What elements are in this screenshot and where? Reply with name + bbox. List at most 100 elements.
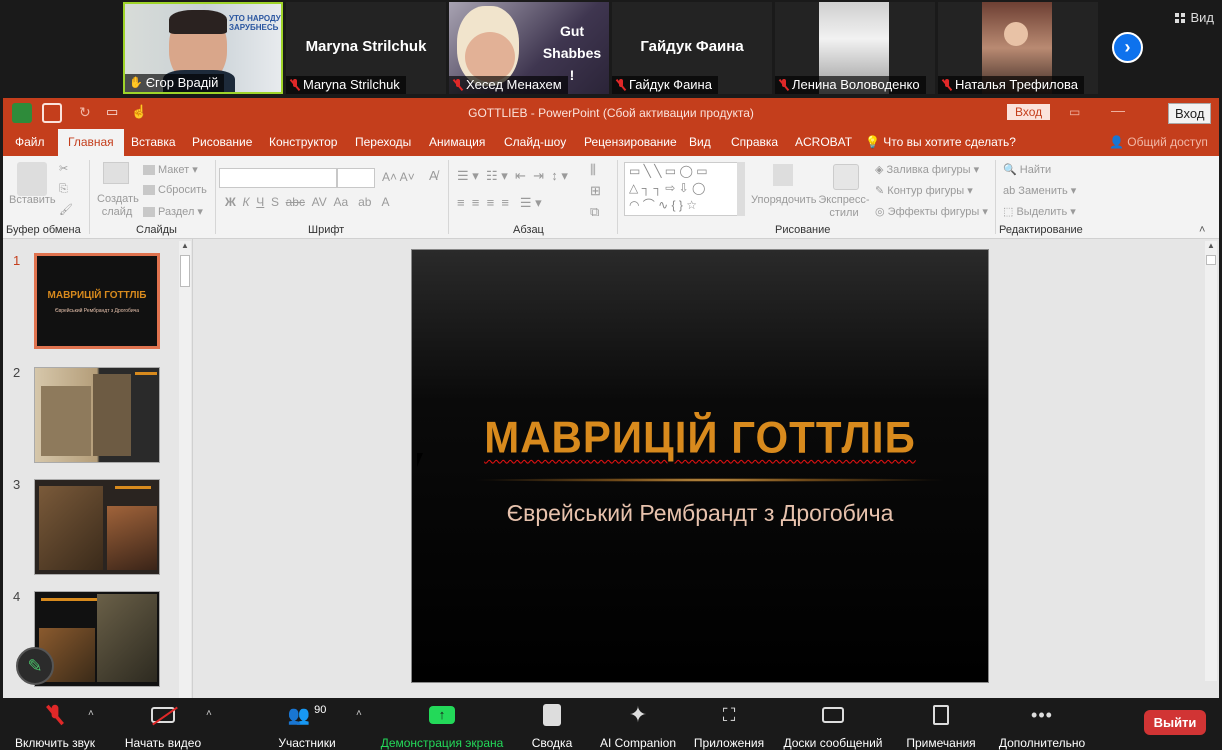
tab-home[interactable]: Главная [58, 129, 124, 156]
more-icon: ••• [1031, 704, 1053, 725]
leave-button[interactable]: Выйти [1144, 710, 1206, 735]
layout-button[interactable]: Макет ▾ [143, 163, 198, 176]
copy-icon[interactable]: ⎘ [59, 183, 68, 196]
reset-button[interactable]: Сбросить [143, 184, 207, 196]
arrange-icon[interactable] [773, 164, 793, 186]
slide-number: 2 [13, 365, 21, 380]
next-page-button[interactable]: › [1112, 32, 1143, 63]
tab-review[interactable]: Рецензирование [584, 135, 677, 149]
group-slides: Слайды [136, 224, 177, 236]
paste-icon[interactable] [17, 162, 47, 196]
whiteboards-label: Доски сообщений [783, 736, 883, 750]
start-video-button[interactable]: Начать видео [120, 702, 206, 750]
raise-hand-icon: ✋ [129, 77, 143, 89]
slide-title[interactable]: МАВРИЦІЙ ГОТТЛІБ [412, 413, 988, 463]
tab-transitions[interactable]: Переходы [355, 135, 411, 149]
tab-acrobat[interactable]: ACROBAT [795, 135, 852, 149]
clear-format-icon[interactable]: A̸ [429, 168, 438, 183]
new-slide-icon[interactable] [103, 162, 129, 184]
mic-off-icon [290, 79, 300, 91]
sign-in-button-secondary[interactable]: Вход [1168, 103, 1212, 124]
tab-file[interactable]: Файл [15, 135, 45, 149]
title-bar: ↻ ▭ ☝ GOTTLIEB - PowerPoint (Сбой актива… [3, 98, 1219, 128]
shape-effects-button[interactable]: ◎ Эффекты фигуры ▾ [875, 205, 988, 218]
text-direction-icon[interactable]: ⫼ [590, 162, 596, 178]
paste-button[interactable]: Вставить [9, 194, 56, 206]
participant-display-name: Гайдук Фаина [640, 38, 744, 55]
slide-thumbnail[interactable] [34, 367, 160, 463]
font-name-field[interactable] [219, 168, 337, 188]
new-slide-button[interactable]: Создать слайд [97, 193, 139, 219]
slide-thumbnail[interactable] [34, 479, 160, 575]
participant-tile[interactable]: Гайдук Фаина Гайдук Фаина [612, 2, 772, 94]
more-button[interactable]: ••• Дополнительно [994, 702, 1090, 750]
unmute-button[interactable]: Включить звук [10, 702, 100, 750]
find-button[interactable]: 🔍 Найти [1003, 163, 1051, 176]
audio-options-caret[interactable]: ˄ [88, 708, 94, 719]
slide-canvas[interactable]: МАВРИЦІЙ ГОТТЛІБ Єврейський Рембрандт з … [411, 249, 989, 683]
whiteboards-button[interactable]: Доски сообщений [778, 702, 888, 750]
tab-help[interactable]: Справка [731, 135, 778, 149]
participant-tile[interactable]: Maryna Strilchuk Maryna Strilchuk [286, 2, 446, 94]
arrange-button[interactable]: Упорядочить [751, 194, 816, 206]
replace-button[interactable]: ab Заменить ▾ [1003, 184, 1076, 197]
view-button[interactable]: Вид [1175, 10, 1214, 25]
tab-view[interactable]: Вид [689, 135, 711, 149]
shape-fill-button[interactable]: ◈ Заливка фигуры ▾ [875, 163, 979, 176]
participant-tile[interactable]: Gut Shabbes ! Хесед Менахем [449, 2, 609, 94]
slide-thumbnail[interactable] [34, 591, 160, 687]
participant-tile[interactable]: УТО НАРОДУ ЗАРУБНЕСЬ ✋ Єгор Врадій [123, 2, 283, 94]
section-button[interactable]: Раздел ▾ [143, 205, 203, 218]
thumb-subtitle: Єврейський Рембрандт з Дрогобича [54, 308, 140, 314]
font-size-field[interactable] [337, 168, 375, 188]
collapse-ribbon-icon[interactable]: ˄ [1199, 224, 1205, 236]
shapes-scroll[interactable] [737, 162, 745, 216]
format-painter-icon[interactable]: 🖌 [59, 203, 73, 216]
quick-styles-button[interactable]: Экспресс-стили [818, 194, 870, 220]
annotate-pencil-icon[interactable]: ✎ [16, 647, 54, 685]
shape-outline-button[interactable]: ✎ Контур фигуры ▾ [875, 184, 973, 197]
apps-button[interactable]: ⛶ Приложения [690, 702, 768, 750]
slide-subtitle[interactable]: Єврейський Рембрандт з Дрогобича [412, 500, 988, 527]
smartart-icon[interactable]: ⧉ [590, 204, 599, 220]
align-text-icon[interactable]: ⊞ [590, 183, 601, 199]
mic-off-icon [453, 79, 463, 91]
minimize-icon[interactable]: — [1111, 102, 1125, 118]
tab-insert[interactable]: Вставка [131, 135, 176, 149]
share-screen-button[interactable]: ↑ Демонстрация экрана [378, 702, 506, 750]
bold-icon[interactable]: Ж К Ч S abc AV Aa ab A [225, 195, 389, 209]
ai-companion-button[interactable]: ✦ AI Companion [596, 702, 680, 750]
participant-tile[interactable]: Ленина Воловоденко [775, 2, 935, 94]
scroll-thumb[interactable] [180, 255, 190, 287]
tab-slideshow[interactable]: Слайд-шоу [504, 135, 566, 149]
notes-button[interactable]: Примечания [900, 702, 982, 750]
tab-animations[interactable]: Анимация [429, 135, 485, 149]
share-screen-label: Демонстрация экрана [380, 736, 504, 750]
slide-thumbnail[interactable]: МАВРИЦІЙ ГОТТЛІБ Єврейський Рембрандт з … [34, 253, 160, 349]
select-button[interactable]: ⬚ Выделить ▾ [1003, 205, 1076, 218]
align-left-icon[interactable]: ≡ ≡ ≡ ≡ ☰ ▾ [457, 195, 542, 211]
quick-styles-icon[interactable] [833, 164, 859, 190]
tell-me-box[interactable]: 💡 Что вы хотите сделать? [865, 135, 1016, 149]
slide-scrollbar[interactable]: ▲ [1205, 241, 1217, 681]
summary-button[interactable]: Сводка [524, 702, 580, 750]
share-button[interactable]: 👤 Общий доступ [1109, 135, 1208, 149]
font-size-up-icon[interactable]: A˄ A˅ [382, 170, 415, 184]
participant-tile[interactable]: Наталья Трефилова [938, 2, 1098, 94]
apps-label: Приложения [693, 736, 765, 750]
bullets-icon[interactable]: ☰ ▾ ☷ ▾ ⇤ ⇥ ↕ ▾ [457, 168, 568, 184]
participant-name: Maryna Strilchuk [286, 76, 406, 94]
thumbnail-scrollbar[interactable]: ▲ [179, 241, 191, 700]
scroll-thumb[interactable] [1206, 255, 1216, 265]
shapes-gallery[interactable]: ▭ ╲ ╲ ▭ ◯ ▭ △ ┐ ┐ ⇨ ⇩ ◯ ◠ ⌒ ∿ { } ☆ [624, 162, 745, 216]
sign-in-button[interactable]: Вход [1007, 104, 1051, 120]
tab-draw[interactable]: Рисование [192, 135, 252, 149]
cut-icon[interactable]: ✂ [59, 162, 68, 175]
ribbon-options-icon[interactable]: ▭ [1069, 105, 1080, 119]
participants-button[interactable]: 👥 90 Участники [272, 702, 342, 750]
ribbon-tabs: Файл Главная Вставка Рисование Конструкт… [3, 128, 1219, 156]
participant-name: Хесед Менахем [449, 76, 568, 94]
tab-design[interactable]: Конструктор [269, 135, 337, 149]
participants-options-caret[interactable]: ˄ [356, 708, 362, 719]
video-options-caret[interactable]: ˄ [206, 708, 212, 719]
